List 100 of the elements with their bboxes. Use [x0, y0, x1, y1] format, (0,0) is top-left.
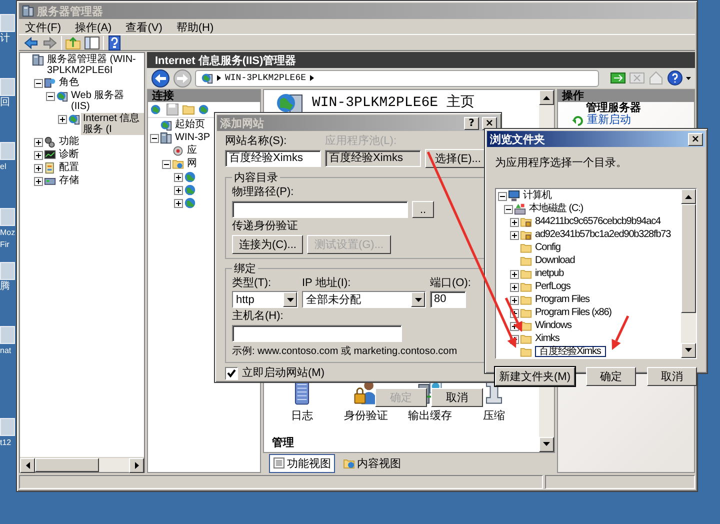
tree-item[interactable]: 起始页 [173, 119, 207, 130]
tree-item[interactable]: Ximks [533, 333, 562, 344]
tree-item[interactable]: 诊断 [57, 149, 81, 160]
folder-up-button[interactable] [65, 34, 81, 50]
collapse-icon[interactable] [504, 205, 513, 214]
expand-icon[interactable] [34, 177, 43, 186]
ok-button[interactable]: 确定 [586, 367, 636, 386]
globe-server-icon [160, 119, 172, 131]
type-dropdown[interactable]: http [232, 291, 298, 308]
help-button[interactable] [107, 34, 123, 50]
checkbox-label[interactable]: 立即启动网站(M) [242, 367, 324, 380]
tree-item[interactable]: WIN-3P [173, 132, 212, 143]
menu-item[interactable]: 查看(V) [126, 20, 162, 33]
tree-item[interactable]: ad92e341b57bc1a2ed90b328fb73 [533, 229, 673, 240]
tree-item[interactable]: 应 [185, 145, 199, 156]
back-arrow-button[interactable] [23, 34, 39, 50]
globe-icon [184, 197, 196, 209]
scroll-arrow-icon[interactable] [24, 462, 30, 469]
tree-item[interactable]: Program Files [533, 294, 592, 305]
expand-icon[interactable] [58, 115, 67, 124]
collapse-icon[interactable] [46, 92, 55, 101]
menu-item[interactable]: 帮助(H) [176, 20, 214, 33]
folder-name-field[interactable]: 百度经验Ximks [535, 346, 606, 357]
tree-item[interactable]: Web 服务器(IIS) [69, 90, 144, 112]
actions-heading: 管理服务器 [585, 102, 642, 114]
expand-icon[interactable] [34, 151, 43, 160]
expand-icon[interactable] [510, 283, 519, 292]
menu-item[interactable]: 操作(A) [75, 20, 112, 33]
expand-icon[interactable] [510, 296, 519, 305]
port-field[interactable]: 80 [430, 291, 466, 308]
clipboard-icon [44, 162, 56, 174]
tree-item[interactable]: Program Files (x86) [533, 307, 614, 318]
scroll-arrow-icon[interactable] [543, 442, 550, 447]
collapse-icon[interactable] [150, 134, 159, 143]
tree-item[interactable]: inetpub [533, 268, 566, 279]
cancel-button[interactable]: 取消 [647, 367, 697, 386]
expand-icon[interactable] [510, 270, 519, 279]
menu-item[interactable]: 文件(F) [25, 20, 62, 33]
app-pool-icon [172, 145, 184, 157]
console-tree-button[interactable] [84, 34, 100, 50]
new-folder-button[interactable]: 新建文件夹(M) [495, 367, 574, 386]
tree-item[interactable]: 844211bc9c6576cebcb9b94ac4 [533, 216, 662, 227]
connect-as-button[interactable]: 连接为(C)... [232, 235, 304, 254]
physical-path-field[interactable] [232, 201, 408, 218]
save-button[interactable] [166, 103, 179, 116]
host-name-field[interactable] [232, 325, 402, 342]
help-button[interactable] [667, 70, 683, 86]
tree-item[interactable]: 本地磁盘 (C:) [527, 203, 586, 214]
expand-icon[interactable] [174, 186, 183, 195]
back-button[interactable] [151, 68, 170, 88]
title-bar-button[interactable]: × [688, 132, 703, 146]
scroll-arrow-icon[interactable] [685, 348, 692, 353]
field-label: 物理路径(P): [232, 186, 295, 199]
expand-icon[interactable] [34, 164, 43, 173]
tree-item[interactable]: Config [533, 242, 562, 253]
scroll-arrow-icon[interactable] [543, 95, 550, 100]
tree-item[interactable]: PerfLogs [533, 281, 572, 292]
browse-button[interactable]: .. [412, 201, 434, 218]
tree-item[interactable]: 网 [185, 158, 199, 169]
desktop-icon-label: 腾 [0, 281, 10, 292]
title-bar-button[interactable]: × [482, 116, 497, 130]
collapse-icon[interactable] [34, 79, 43, 88]
tree-item[interactable]: 功能 [57, 136, 81, 147]
go-button[interactable] [610, 70, 626, 86]
expand-icon[interactable] [34, 138, 43, 147]
expand-icon[interactable] [174, 173, 183, 182]
scroll-arrow-icon[interactable] [134, 462, 140, 469]
restart-icon [572, 114, 583, 126]
expand-icon[interactable] [174, 199, 183, 208]
tree-item[interactable]: 计算机 [521, 190, 554, 201]
globe-button[interactable] [150, 103, 163, 116]
tree-item[interactable]: Download [533, 255, 577, 266]
ip-address-dropdown[interactable]: 全部未分配 [302, 291, 426, 308]
gears-icon [44, 136, 56, 148]
scrollbar[interactable] [681, 189, 696, 358]
tree-item[interactable]: Windows [533, 320, 574, 331]
scrollbar[interactable] [20, 457, 144, 472]
checkbox[interactable] [225, 367, 238, 380]
forward-arrow-button[interactable] [42, 34, 58, 50]
tree-item[interactable]: 角色 [57, 77, 81, 88]
cancel-button[interactable]: 取消 [431, 388, 483, 407]
collapse-icon[interactable] [162, 160, 171, 169]
view-tab[interactable]: 功能视图 [269, 454, 335, 472]
expand-icon[interactable] [510, 218, 519, 227]
site-name-field[interactable]: 百度经验Ximks [225, 150, 321, 167]
caret-icon [286, 298, 294, 302]
expand-icon[interactable] [510, 231, 519, 240]
caret-icon[interactable] [686, 76, 691, 80]
tree-item[interactable]: Internet 信息服务 (I [81, 113, 144, 135]
collapse-icon[interactable] [498, 192, 507, 201]
tree-item[interactable]: 服务器管理器 (WIN-3PLKM2PLE6I [45, 54, 144, 76]
view-tab[interactable]: 内容视图 [339, 454, 405, 472]
title-bar-button[interactable]: ? [464, 116, 479, 130]
tree-item[interactable]: 配置 [57, 162, 81, 173]
action-link[interactable]: 重新启动 [587, 114, 631, 126]
breadcrumb-item[interactable]: WIN-3PLKM2PLE6E [225, 73, 306, 83]
address-bar[interactable]: WIN-3PLKM2PLE6E [195, 70, 599, 86]
tree-item[interactable]: 存储 [57, 175, 81, 186]
scroll-arrow-icon[interactable] [685, 194, 692, 199]
globe-button[interactable] [198, 103, 211, 116]
